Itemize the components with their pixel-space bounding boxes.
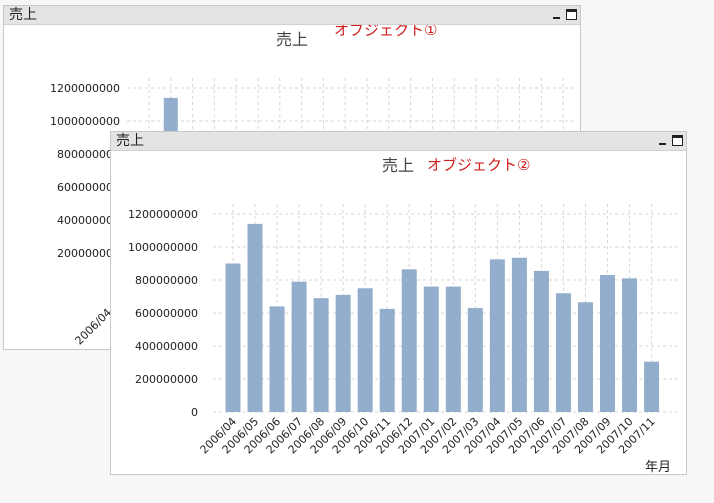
bar	[335, 294, 351, 412]
bar	[577, 302, 593, 412]
bar	[401, 269, 417, 412]
bar	[291, 281, 307, 412]
bar	[445, 286, 461, 412]
maximize-icon[interactable]	[566, 9, 577, 20]
y-tick-label: 1200000000	[50, 82, 120, 95]
bar	[357, 288, 373, 412]
bar	[379, 308, 395, 412]
bar	[555, 293, 571, 412]
x-tick-label: 2006/04	[73, 306, 115, 348]
x-axis-label: 年月	[645, 460, 671, 474]
minimize-icon[interactable]	[551, 9, 562, 20]
title-bar-1[interactable]: 売上	[4, 6, 580, 25]
bar	[225, 263, 241, 412]
maximize-icon[interactable]	[672, 135, 683, 146]
bar	[533, 270, 549, 412]
bar	[467, 308, 483, 412]
title-bar-2[interactable]: 売上	[111, 132, 686, 151]
bar	[423, 286, 439, 412]
y-tick-label: 200000000	[135, 373, 198, 386]
window-1-title: 売上	[9, 7, 37, 23]
y-tick-label: 1200000000	[128, 208, 198, 221]
chart-2-svg: 0 200000000 400000000 600000000 800000000 100…	[128, 156, 678, 474]
window-2-title: 売上	[116, 133, 144, 149]
y-tick-label: 1000000000	[50, 115, 120, 128]
bar	[600, 275, 616, 412]
minimize-icon[interactable]	[657, 135, 668, 146]
bar	[489, 259, 505, 412]
y-tick-label: 800000000	[135, 274, 198, 287]
chart-title: 売上	[382, 156, 414, 175]
y-tick-label: 1000000000	[128, 241, 198, 254]
bar	[247, 223, 263, 412]
y-tick-label: 0	[191, 406, 198, 419]
y-tick-label: 400000000	[135, 340, 198, 353]
chart-title: 売上	[276, 30, 308, 49]
bar	[313, 298, 329, 412]
bar	[644, 361, 660, 412]
chart-window-2[interactable]: 0 200000000 400000000 600000000 800000000 100…	[110, 131, 687, 475]
bar	[511, 257, 527, 412]
bar	[622, 278, 638, 412]
y-tick-label: 600000000	[135, 307, 198, 320]
object-annotation: オブジェクト②	[427, 156, 530, 174]
bar	[269, 306, 285, 412]
